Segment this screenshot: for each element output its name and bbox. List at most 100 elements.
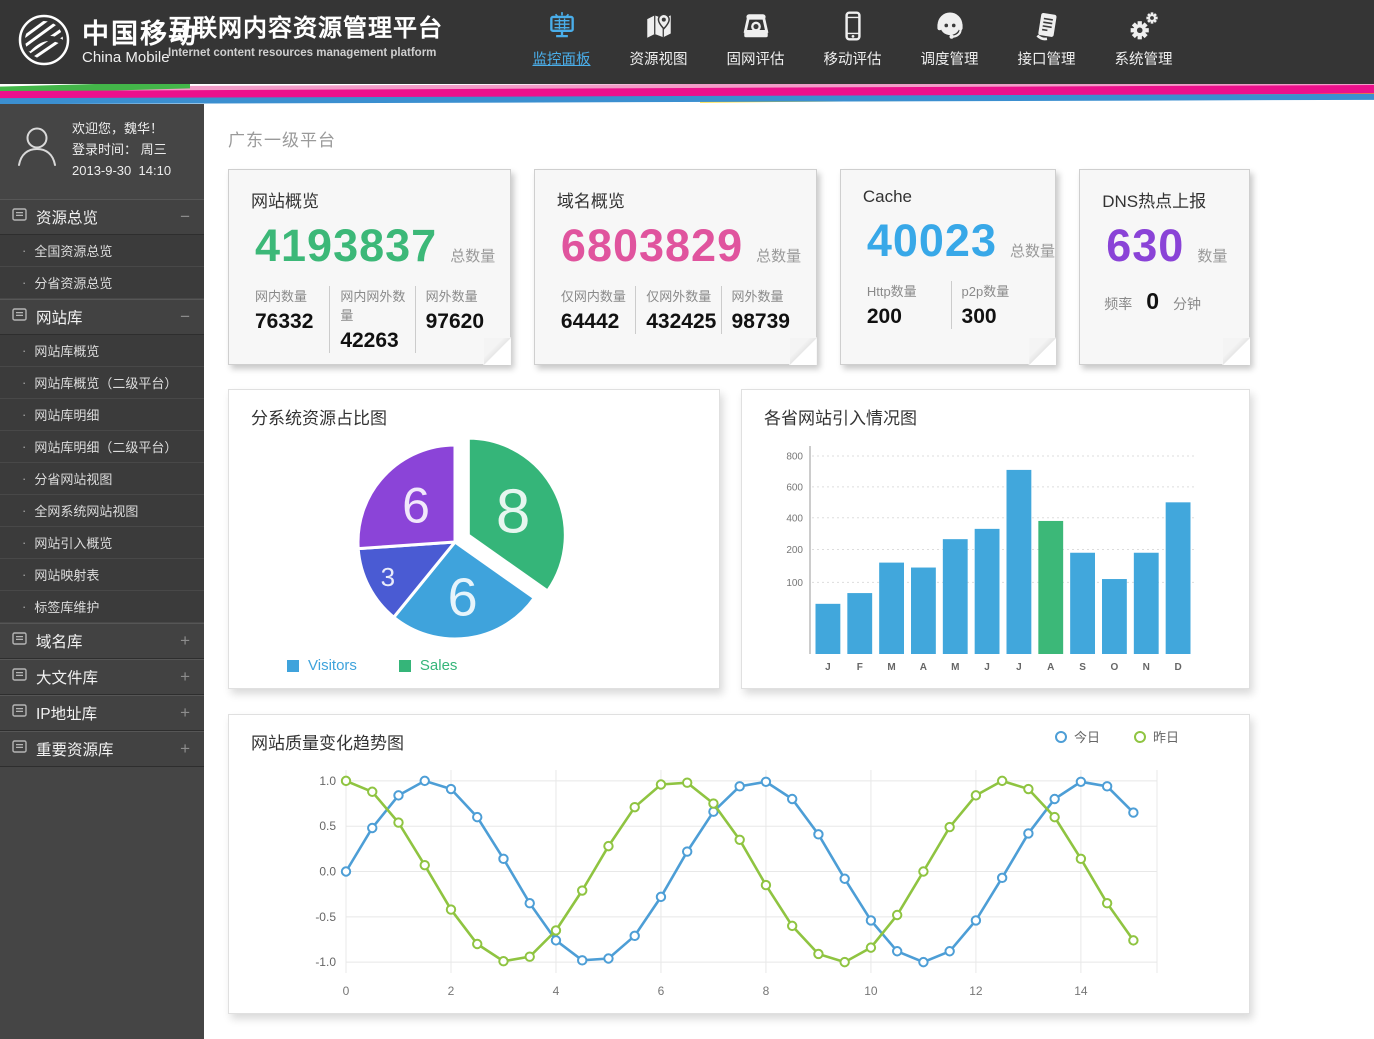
data-point[interactable] <box>998 777 1006 785</box>
sidebar-item-2-1[interactable]: ·网站库概览 <box>0 335 204 367</box>
sidebar-item-1-1[interactable]: ·全国资源总览 <box>0 235 204 267</box>
data-point[interactable] <box>368 824 376 832</box>
data-point[interactable] <box>683 847 691 855</box>
data-point[interactable] <box>394 818 402 826</box>
data-point[interactable] <box>814 830 822 838</box>
bar-J-7[interactable] <box>1007 470 1032 654</box>
data-point[interactable] <box>604 842 612 850</box>
data-point[interactable] <box>473 813 481 821</box>
bar-A-8[interactable] <box>1038 521 1063 654</box>
nav-item-3[interactable]: 固网评估 <box>707 7 804 69</box>
data-point[interactable] <box>421 777 429 785</box>
data-point[interactable] <box>972 791 980 799</box>
data-point[interactable] <box>867 943 875 951</box>
bar-D-12[interactable] <box>1166 502 1191 654</box>
bar-S-9[interactable] <box>1070 553 1095 654</box>
data-point[interactable] <box>342 777 350 785</box>
data-point[interactable] <box>1050 813 1058 821</box>
data-point[interactable] <box>840 875 848 883</box>
bar-F-2[interactable] <box>847 593 872 654</box>
bar-O-10[interactable] <box>1102 579 1127 654</box>
sidebar-item-2-6[interactable]: ·全网系统网站视图 <box>0 495 204 527</box>
plus-icon[interactable]: + <box>180 703 190 723</box>
data-point[interactable] <box>735 836 743 844</box>
plus-icon[interactable]: + <box>180 631 190 651</box>
nav-item-1[interactable]: 监控面板 <box>513 7 610 69</box>
data-point[interactable] <box>631 803 639 811</box>
data-point[interactable] <box>1103 899 1111 907</box>
pie-legend-item-2[interactable]: Sales <box>399 657 458 674</box>
data-point[interactable] <box>342 867 350 875</box>
data-point[interactable] <box>788 795 796 803</box>
data-point[interactable] <box>499 855 507 863</box>
data-point[interactable] <box>552 926 560 934</box>
data-point[interactable] <box>447 905 455 913</box>
data-point[interactable] <box>762 881 770 889</box>
data-point[interactable] <box>762 778 770 786</box>
data-point[interactable] <box>631 932 639 940</box>
data-point[interactable] <box>657 780 665 788</box>
data-point[interactable] <box>1024 829 1032 837</box>
bar-J-1[interactable] <box>816 604 841 654</box>
data-point[interactable] <box>1077 855 1085 863</box>
sidebar-group-6[interactable]: 重要资源库+ <box>0 731 204 767</box>
data-point[interactable] <box>683 778 691 786</box>
line-legend-item-2[interactable]: 昨日 <box>1134 727 1179 746</box>
minus-icon[interactable]: − <box>180 207 190 227</box>
data-point[interactable] <box>893 947 901 955</box>
data-point[interactable] <box>814 950 822 958</box>
pie-legend-item-1[interactable]: Visitors <box>287 657 357 674</box>
data-point[interactable] <box>1103 782 1111 790</box>
plus-icon[interactable]: + <box>180 739 190 759</box>
sidebar-item-2-8[interactable]: ·网站映射表 <box>0 559 204 591</box>
data-point[interactable] <box>526 899 534 907</box>
bar-A-4[interactable] <box>911 568 936 654</box>
sidebar-group-1[interactable]: 资源总览− <box>0 199 204 235</box>
data-point[interactable] <box>735 782 743 790</box>
sidebar-item-2-5[interactable]: ·分省网站视图 <box>0 463 204 495</box>
data-point[interactable] <box>1024 785 1032 793</box>
bar-N-11[interactable] <box>1134 553 1159 654</box>
data-point[interactable] <box>1050 795 1058 803</box>
nav-item-7[interactable]: 系统管理 <box>1095 7 1192 69</box>
nav-item-4[interactable]: 移动评估 <box>804 7 901 69</box>
bar-M-5[interactable] <box>943 539 968 654</box>
bar-J-6[interactable] <box>975 529 1000 654</box>
data-point[interactable] <box>578 956 586 964</box>
data-point[interactable] <box>867 916 875 924</box>
data-point[interactable] <box>473 940 481 948</box>
data-point[interactable] <box>657 893 665 901</box>
data-point[interactable] <box>499 957 507 965</box>
data-point[interactable] <box>919 867 927 875</box>
sidebar-item-1-2[interactable]: ·分省资源总览 <box>0 267 204 299</box>
data-point[interactable] <box>919 958 927 966</box>
data-point[interactable] <box>840 958 848 966</box>
data-point[interactable] <box>998 874 1006 882</box>
data-point[interactable] <box>578 886 586 894</box>
data-point[interactable] <box>972 916 980 924</box>
data-point[interactable] <box>604 954 612 962</box>
sidebar-group-2[interactable]: 网站库− <box>0 299 204 335</box>
sidebar-group-4[interactable]: 大文件库+ <box>0 659 204 695</box>
data-point[interactable] <box>1077 778 1085 786</box>
data-point[interactable] <box>552 936 560 944</box>
nav-item-6[interactable]: 接口管理 <box>998 7 1095 69</box>
sidebar-item-2-3[interactable]: ·网站库明细 <box>0 399 204 431</box>
sidebar-item-2-9[interactable]: ·标签库维护 <box>0 591 204 623</box>
data-point[interactable] <box>394 791 402 799</box>
data-point[interactable] <box>368 788 376 796</box>
minus-icon[interactable]: − <box>180 307 190 327</box>
data-point[interactable] <box>709 799 717 807</box>
sidebar-group-3[interactable]: 域名库+ <box>0 623 204 659</box>
plus-icon[interactable]: + <box>180 667 190 687</box>
data-point[interactable] <box>945 823 953 831</box>
data-point[interactable] <box>893 911 901 919</box>
bar-M-3[interactable] <box>879 563 904 654</box>
data-point[interactable] <box>1129 936 1137 944</box>
sidebar-item-2-2[interactable]: ·网站库概览（二级平台） <box>0 367 204 399</box>
nav-item-2[interactable]: 资源视图 <box>610 7 707 69</box>
sidebar-item-2-7[interactable]: ·网站引入概览 <box>0 527 204 559</box>
data-point[interactable] <box>447 785 455 793</box>
nav-item-5[interactable]: 调度管理 <box>901 7 998 69</box>
data-point[interactable] <box>421 861 429 869</box>
